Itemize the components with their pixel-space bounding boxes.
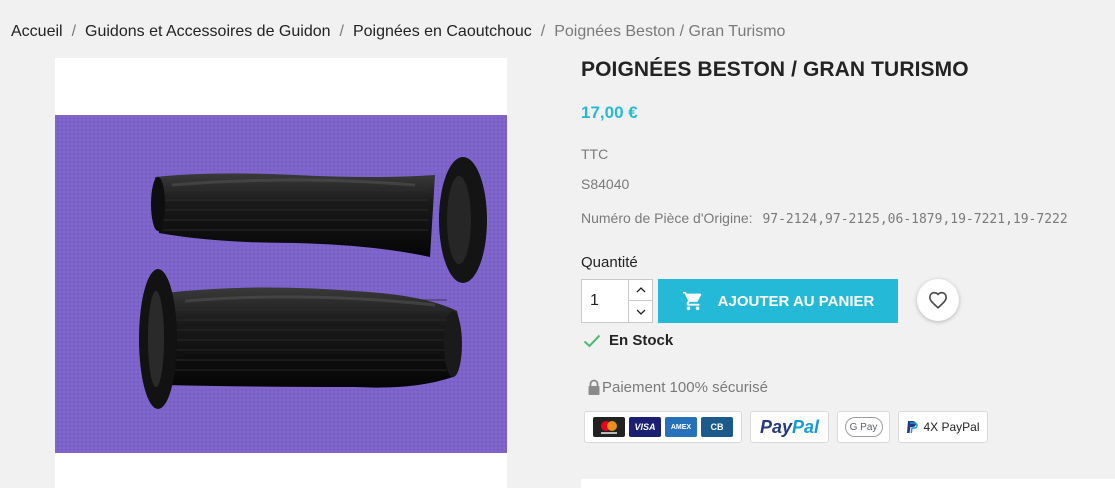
breadcrumb-separator: / [339,23,344,40]
breadcrumb-separator: / [540,23,546,40]
product-photo-handlebar-grips [55,115,507,453]
visa-icon: VISA [629,417,661,437]
check-icon [583,334,601,348]
breadcrumb-current: Poignées Beston / Gran Turismo [554,23,786,40]
heart-icon [928,291,948,309]
breadcrumb: Accueil / Guidons et Accessoires de Guidon… [11,23,785,41]
amex-icon: AMEX [665,417,697,437]
cb-icon: CB [701,417,733,437]
shopping-cart-icon [682,290,704,312]
quantity-increase-button[interactable] [628,280,652,301]
paypal-logo-part2: Pal [792,416,820,437]
breadcrumb-separator: / [71,23,77,40]
product-photo[interactable] [55,115,507,453]
quantity-decrease-button[interactable] [628,301,652,322]
lock-icon [587,379,601,396]
secure-payment-label: Paiement 100% sécurisé [602,379,768,396]
google-pay-icon: G Pay [844,417,883,437]
add-to-cart-button[interactable]: AJOUTER AU PANIER [658,279,898,323]
google-pay-badge: G Pay [837,411,890,443]
paypal-p-icon [907,421,919,434]
oem-part-number: Numéro de Pièce d'Origine: 97-2124,97-21… [581,210,1068,227]
breadcrumb-poignees[interactable]: Poignées en Caoutchouc [353,23,532,40]
mastercard-icon [593,417,625,437]
breadcrumb-guidons[interactable]: Guidons et Accessoires de Guidon [85,23,330,40]
product-price: 17,00 € [581,103,638,122]
paypal-4x-badge: 4X PayPal [898,411,988,443]
stock-status: En Stock [583,332,673,349]
chevron-up-icon [636,287,645,293]
paypal-4x-label: 4X PayPal [923,420,980,434]
oem-value: 97-2124,97-2125,06-1879,19-7221,19-7222 [762,212,1068,227]
paypal-logo-part1: Pay [759,416,792,437]
quantity-stepper [581,279,653,323]
wishlist-button[interactable] [917,279,959,321]
product-tabs-top [581,479,1115,488]
oem-label: Numéro de Pièce d'Origine: [581,210,753,226]
secure-payment: Paiement 100% sécurisé [587,379,768,396]
payment-cards-badge: VISA AMEX CB [584,411,742,443]
quantity-input[interactable] [582,280,628,322]
add-to-cart-label: AJOUTER AU PANIER [717,292,875,310]
product-reference: S84040 [581,176,630,192]
stock-label: En Stock [609,332,674,349]
breadcrumb-home[interactable]: Accueil [11,23,63,40]
quantity-label: Quantité [581,254,638,271]
paypal-badge: Pay Pal [750,411,829,443]
product-title: POIGNÉES BESTON / GRAN TURISMO [581,58,969,81]
tax-label: TTC [581,146,609,162]
chevron-down-icon [636,309,645,315]
product-image-card [55,58,507,488]
